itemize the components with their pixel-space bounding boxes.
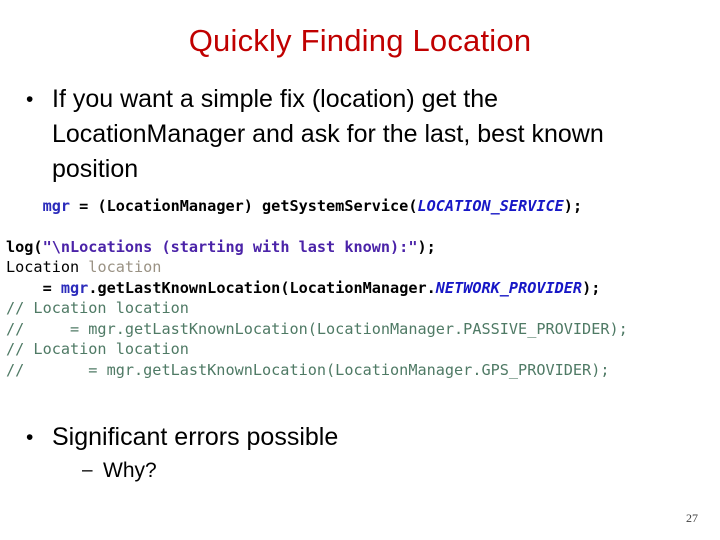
list-item: • If you want a simple fix (location) ge… xyxy=(26,82,686,187)
bullet-list-top: • If you want a simple fix (location) ge… xyxy=(26,82,686,187)
code-token: = (LocationManager) getSystemService( xyxy=(70,197,418,215)
code-token: mgr xyxy=(42,197,71,215)
code-token: .getLastKnownLocation(LocationManager. xyxy=(88,278,436,297)
slide: Quickly Finding Location • If you want a… xyxy=(0,0,720,540)
code-token: = xyxy=(6,278,61,297)
bullet-marker-icon: • xyxy=(26,88,34,111)
list-item: • Significant errors possible xyxy=(26,420,686,455)
code-token: // = mgr.getLastKnownLocation(LocationMa… xyxy=(6,319,628,338)
code-line: // Location location xyxy=(6,339,720,360)
code-token: // = mgr.getLastKnownLocation(LocationMa… xyxy=(6,360,610,379)
bullet-marker-icon: • xyxy=(26,426,34,449)
dash-marker-icon: – xyxy=(82,460,93,481)
code-token: ); xyxy=(417,237,436,256)
code-line: // = mgr.getLastKnownLocation(LocationMa… xyxy=(6,360,720,381)
code-token: Location xyxy=(6,258,89,276)
code-line: // Location location xyxy=(6,298,720,319)
code-token: LOCATION_SERVICE xyxy=(417,197,564,215)
code-block: mgr = (LocationManager) getSystemService… xyxy=(6,196,720,380)
list-item: – Why? xyxy=(82,455,686,486)
code-token: ); xyxy=(582,278,601,297)
code-token: log( xyxy=(6,237,43,256)
bullet-text: Why? xyxy=(103,459,157,482)
bullet-list-bottom: • Significant errors possible – Why? xyxy=(26,420,686,486)
page-number: 27 xyxy=(686,511,698,525)
bullet-text: If you want a simple fix (location) get … xyxy=(52,85,604,183)
code-token: "\nLocations (starting with last known):… xyxy=(42,237,418,256)
code-token: location xyxy=(88,258,162,276)
code-token: mgr xyxy=(60,278,89,297)
code-line: Location location xyxy=(6,257,720,278)
code-line: = mgr.getLastKnownLocation(LocationManag… xyxy=(6,278,720,299)
code-line: log("\nLocations (starting with last kno… xyxy=(6,237,720,258)
page-title: Quickly Finding Location xyxy=(188,23,532,58)
code-line: // = mgr.getLastKnownLocation(LocationMa… xyxy=(6,319,720,340)
code-token: NETWORK_PROVIDER xyxy=(435,278,583,297)
code-token: // Location location xyxy=(6,340,189,358)
code-token: // Location location xyxy=(6,299,189,317)
code-line: mgr = (LocationManager) getSystemService… xyxy=(6,196,720,217)
code-token: ); xyxy=(563,197,583,215)
bullet-text: Significant errors possible xyxy=(52,423,339,451)
